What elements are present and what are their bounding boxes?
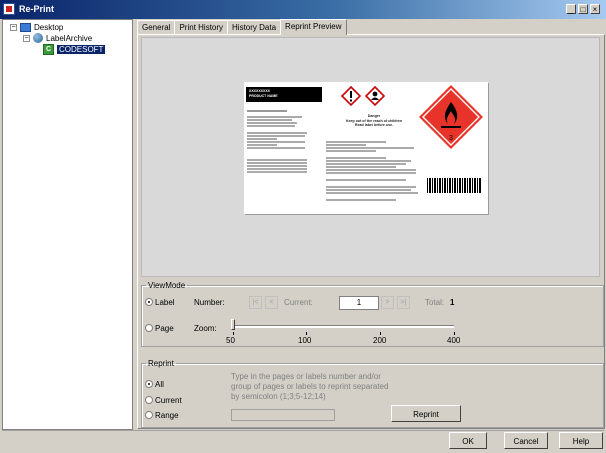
viewmode-legend: ViewMode xyxy=(148,281,186,290)
statement-read-label: Read label before use. xyxy=(354,123,394,128)
zoom-tick xyxy=(306,332,307,335)
range-help-text: Type in the pages or labels number and/o… xyxy=(231,372,389,401)
zoom-tick-label: 400 xyxy=(447,336,461,345)
product-box: XXXXXXXXX PRODUCT NAME xyxy=(246,87,322,102)
all-radio[interactable] xyxy=(145,380,153,388)
page-radio[interactable] xyxy=(145,324,153,332)
current-label: Current: xyxy=(284,298,313,307)
last-button[interactable]: >| xyxy=(397,296,410,309)
cancel-button[interactable]: Cancel xyxy=(504,432,548,449)
number-label: Number: xyxy=(194,298,225,307)
current-radio[interactable] xyxy=(145,396,153,404)
minimize-button[interactable]: _ xyxy=(566,4,576,14)
tab-strip: General Print History History Data Repri… xyxy=(137,19,347,35)
tree-item-desktop[interactable]: − Desktop xyxy=(10,23,63,32)
zoom-tick xyxy=(454,332,455,335)
tree-item-codesoft[interactable]: C CODESOFT xyxy=(43,44,106,55)
range-radio-text: Range xyxy=(155,411,179,420)
tree-item-label: CODESOFT xyxy=(57,45,106,54)
help-button[interactable]: Help xyxy=(559,432,603,449)
barcode xyxy=(427,178,481,193)
all-radio-text: All xyxy=(155,380,164,389)
zoom-tick-label: 200 xyxy=(373,336,387,345)
zoom-slider-track[interactable] xyxy=(233,325,454,328)
tab-print-history[interactable]: Print History xyxy=(174,20,229,34)
window-controls: _ □ × xyxy=(566,4,600,14)
total-label: Total: xyxy=(425,298,445,307)
window-title: Re-Print xyxy=(19,4,55,14)
tree-item-label: LabelArchive xyxy=(46,33,93,43)
reprint-button[interactable]: Reprint xyxy=(391,405,461,422)
label-archive-icon xyxy=(33,33,43,43)
codesoft-icon: C xyxy=(43,44,54,55)
product-name: PRODUCT NAME xyxy=(249,94,278,98)
first-button[interactable]: |< xyxy=(249,296,262,309)
maximize-button[interactable]: □ xyxy=(578,4,588,14)
range-input[interactable] xyxy=(231,409,335,421)
archive-tree[interactable]: − Desktop − LabelArchive C CODESOFT xyxy=(2,19,133,430)
tree-item-label: Desktop xyxy=(34,23,64,32)
zoom-tick-label: 50 xyxy=(226,336,235,345)
title-bar: Re-Print _ □ × xyxy=(0,0,606,19)
current-radio-text: Current xyxy=(155,396,182,405)
svg-text:3: 3 xyxy=(449,135,453,142)
zoom-label: Zoom: xyxy=(194,324,217,333)
collapse-icon[interactable]: − xyxy=(23,34,30,42)
total-value: 1 xyxy=(450,298,455,307)
label-radio-text: Label xyxy=(155,298,175,307)
flammable-pictogram-icon: 3 xyxy=(419,85,483,149)
tab-history-data[interactable]: History Data xyxy=(227,20,282,34)
tree-item-labelarchive[interactable]: − LabelArchive xyxy=(23,33,92,43)
tab-reprint-preview[interactable]: Reprint Preview xyxy=(280,19,347,35)
footer-divider xyxy=(2,430,604,431)
range-radio[interactable] xyxy=(145,411,153,419)
zoom-slider-thumb[interactable] xyxy=(231,319,235,330)
label-radio[interactable] xyxy=(145,298,153,306)
desktop-icon xyxy=(20,23,31,32)
reprint-legend: Reprint xyxy=(148,359,174,368)
precaution-text xyxy=(326,140,421,202)
app-icon xyxy=(3,3,15,15)
hazard-statements: Danger Keep out of the reach of children… xyxy=(338,114,410,128)
preview-label: XXXXXXXXX PRODUCT NAME Danger Keep out o… xyxy=(244,82,488,214)
next-button[interactable]: > xyxy=(381,296,394,309)
collapse-icon[interactable]: − xyxy=(10,24,17,31)
current-input[interactable]: 1 xyxy=(339,296,379,310)
tab-general[interactable]: General xyxy=(137,20,176,34)
exclamation-mark-pictogram-icon xyxy=(341,86,361,106)
previous-button[interactable]: < xyxy=(265,296,278,309)
close-button[interactable]: × xyxy=(590,4,600,14)
zoom-tick xyxy=(233,332,234,335)
fine-print-block xyxy=(247,108,317,174)
page-radio-text: Page xyxy=(155,324,174,333)
zoom-tick-label: 100 xyxy=(298,336,312,345)
zoom-tick xyxy=(380,332,381,335)
health-hazard-pictogram-icon xyxy=(365,86,385,106)
ok-button[interactable]: OK xyxy=(449,432,487,449)
